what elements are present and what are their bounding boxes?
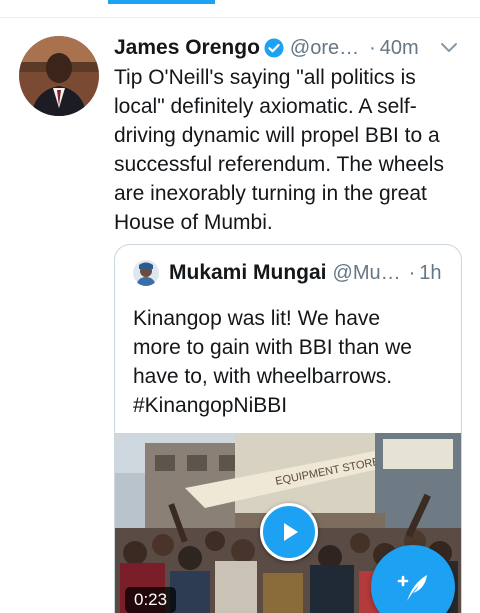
verified-badge-icon: [264, 38, 284, 58]
quoted-display-name: Mukami Mungai: [169, 261, 327, 284]
quoted-avatar: [133, 260, 159, 286]
play-button[interactable]: [260, 503, 318, 561]
video-duration-badge: 0:23: [125, 587, 177, 613]
compose-tweet-icon: [397, 575, 427, 601]
timestamp: 40m: [379, 36, 419, 59]
tweet[interactable]: James Orengo @ore… · 40m Tip O'Neill's s…: [0, 18, 480, 613]
hashtag-link[interactable]: #KinangopNiBBI: [133, 391, 453, 420]
avatar[interactable]: [19, 36, 99, 116]
quoted-text-line: Kinangop was lit! We have: [133, 307, 381, 330]
active-tab-indicator: [108, 0, 215, 4]
quoted-text-line: have to, with wheelbarrows.: [133, 365, 393, 388]
chevron-down-icon[interactable]: [438, 36, 460, 58]
play-icon: [284, 523, 298, 541]
quoted-tweet-header: Mukami Mungai @Mu… · 1h: [133, 259, 453, 287]
quoted-timestamp: 1h: [419, 261, 442, 284]
separator: ·: [369, 36, 376, 59]
tweet-text: Tip O'Neill's saying "all politics is lo…: [114, 66, 444, 234]
display-name[interactable]: James Orengo: [114, 36, 260, 60]
quoted-handle: @Mu…: [332, 261, 401, 284]
handle: @ore…: [289, 36, 360, 59]
quoted-text-line: more to gain with BBI than we: [133, 336, 412, 359]
quoted-tweet-text: Kinangop was lit! We have more to gain w…: [133, 304, 453, 420]
quoted-separator: ·: [408, 261, 416, 284]
tweet-header: James Orengo @ore… · 40m: [114, 34, 464, 62]
